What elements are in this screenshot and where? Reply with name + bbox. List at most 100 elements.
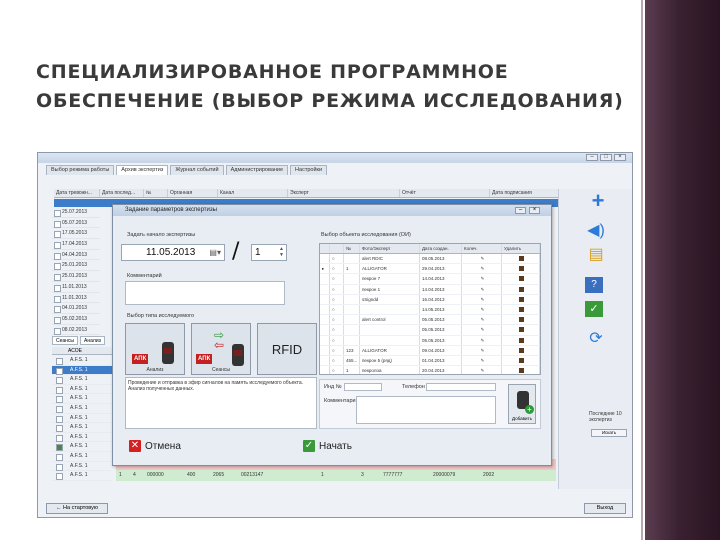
grid-col-header[interactable]: Органная — [168, 189, 218, 197]
select-radio[interactable]: ○ — [330, 355, 344, 366]
list-item[interactable]: 11.01.2013 — [52, 293, 100, 304]
delete-icon[interactable] — [502, 325, 540, 335]
mode-analysis-button[interactable]: АПК Анализ — [125, 323, 185, 375]
table-row[interactable]: A.F.S. 1 — [52, 442, 112, 452]
list-item[interactable]: 17.05.2013 — [52, 228, 100, 240]
edit-icon[interactable]: ✎ — [462, 284, 502, 294]
edit-icon[interactable]: ✎ — [462, 366, 502, 374]
select-radio[interactable]: ○ — [330, 325, 344, 335]
help-icon[interactable]: ? — [585, 277, 603, 293]
delete-icon[interactable] — [502, 294, 540, 304]
table-row[interactable]: A.F.S. 1 — [52, 365, 112, 376]
edit-icon[interactable]: ✎ — [462, 294, 502, 304]
select-radio[interactable]: ○ — [330, 345, 344, 355]
list-item[interactable]: 25.07.2013 — [52, 207, 100, 218]
list-item[interactable]: 04.04.2013 — [52, 250, 100, 261]
grid-col-header[interactable]: Эксперт — [288, 189, 400, 197]
list-item[interactable]: 08.02.2013 — [52, 325, 100, 336]
select-radio[interactable]: ○ — [330, 254, 344, 264]
table-row[interactable]: A.F.S. 1 — [52, 356, 112, 366]
delete-icon[interactable] — [502, 315, 540, 325]
list-item[interactable]: 05.07.2013 — [52, 218, 100, 229]
add-icon[interactable]: + — [587, 190, 609, 212]
audio-icon[interactable]: ◀) — [585, 221, 607, 241]
num-field[interactable] — [344, 383, 382, 391]
delete-icon[interactable] — [502, 345, 540, 355]
edit-icon[interactable]: ✎ — [462, 335, 502, 345]
table-row[interactable]: A.F.S. 1 — [52, 385, 112, 395]
grid-col-header[interactable]: № — [144, 189, 168, 197]
column-header[interactable]: Удалить — [502, 244, 540, 253]
table-row[interactable]: ○ 05.05.2013 ✎ — [320, 325, 540, 336]
dialog-close-button[interactable]: × — [529, 207, 540, 214]
delete-icon[interactable] — [502, 366, 540, 374]
column-header[interactable] — [320, 244, 330, 253]
refresh-icon[interactable]: ⟳ — [585, 329, 607, 349]
accept-icon[interactable]: ✓ — [585, 301, 603, 317]
grid-col-header[interactable]: Канал — [218, 189, 288, 197]
mode-sessions-button[interactable]: ⇨ ⇦ АПК Сеансы — [191, 323, 251, 375]
table-row[interactable]: 1 4 000000 400 2065 00213147 1 3 7777777… — [116, 470, 556, 481]
edit-icon[interactable]: ✎ — [462, 355, 502, 366]
column-header[interactable]: Дата создан. — [420, 244, 462, 253]
delete-icon[interactable] — [502, 254, 540, 264]
grid-col-header[interactable]: Отчёт — [400, 189, 490, 197]
list-item[interactable]: 11.01.2013 — [52, 282, 100, 293]
select-radio[interactable]: ○ — [330, 366, 344, 374]
select-radio[interactable]: ○ — [330, 274, 344, 284]
table-row[interactable]: A.F.S. 1 — [52, 423, 112, 433]
mode-rfid-button[interactable]: RFID — [257, 323, 317, 375]
table-row[interactable]: ○ 05.05.2013 ✎ — [320, 335, 540, 346]
table-row[interactable]: ○ 455... пекрон 5 (ряд) 01.04.2013 ✎ — [320, 355, 540, 367]
table-row[interactable]: A.F.S. 1 — [52, 404, 112, 414]
exit-button[interactable]: Выход — [584, 503, 626, 514]
add-object-button[interactable]: + Добавить — [508, 384, 536, 424]
edit-icon[interactable]: ✎ — [462, 274, 502, 284]
back-to-start-button[interactable]: ← На стартовую — [46, 503, 108, 514]
table-row[interactable]: A.F.S. 1 — [52, 433, 112, 443]
delete-icon[interactable] — [502, 264, 540, 274]
column-header[interactable] — [330, 244, 344, 253]
table-row[interactable]: A.F.S. 1 — [52, 394, 112, 404]
tab-analysis[interactable]: Анализ — [80, 336, 105, 345]
select-radio[interactable]: ○ — [330, 264, 344, 274]
list-item[interactable]: 05.02.2013 — [52, 314, 100, 325]
delete-icon[interactable] — [502, 335, 540, 345]
grid-col-header[interactable]: Дата тревожн... — [54, 189, 100, 197]
table-row[interactable]: A.F.S. 1 — [52, 452, 112, 462]
table-row[interactable]: A.F.S. 1 — [52, 414, 112, 424]
comment-field[interactable] — [125, 281, 285, 305]
tab-settings[interactable]: Настройки — [290, 165, 328, 175]
tab-events[interactable]: Журнал событий — [170, 165, 224, 175]
start-date-picker[interactable]: 11.05.2013 ▤▾ — [121, 244, 225, 261]
select-radio[interactable]: ○ — [330, 315, 344, 325]
cancel-button[interactable]: ✕ Отмена — [129, 439, 201, 455]
delete-icon[interactable] — [502, 274, 540, 284]
select-radio[interactable]: ○ — [330, 304, 344, 315]
list-item[interactable]: 17.04.2013 — [52, 239, 100, 250]
select-radio[interactable]: ○ — [330, 294, 344, 304]
start-button[interactable]: ✓ Начать — [303, 439, 375, 455]
list-item[interactable]: 04.01.2013 — [52, 303, 100, 314]
delete-icon[interactable] — [502, 355, 540, 366]
delete-icon[interactable] — [502, 304, 540, 315]
edit-icon[interactable]: ✎ — [462, 345, 502, 355]
column-header[interactable]: № — [344, 244, 360, 253]
table-row[interactable]: A.F.S. 1 — [52, 375, 112, 385]
dialog-minimize-button[interactable]: – — [515, 207, 526, 214]
calendar-dropdown-icon[interactable]: ▤▾ — [209, 245, 221, 260]
edit-icon[interactable]: ✎ — [462, 315, 502, 325]
phone-field[interactable] — [426, 383, 496, 391]
table-row[interactable]: ○ пекрон 1 14.04.2013 ✎ — [320, 284, 540, 295]
table-row[interactable]: ○ 123 ALLIGATOR 09.04.2013 ✎ — [320, 345, 540, 356]
select-radio[interactable]: ○ — [330, 335, 344, 345]
search-button[interactable]: Искать — [591, 429, 627, 437]
edit-icon[interactable]: ✎ — [462, 264, 502, 274]
list-item[interactable]: 25.01.2013 — [52, 260, 100, 272]
tab-archive[interactable]: Архив экспертиз — [116, 165, 169, 175]
table-row[interactable]: A.F.S. 1 — [52, 471, 112, 481]
tab-sessions[interactable]: Сеансы — [52, 336, 79, 345]
table-row[interactable]: ▸ ○ 1 ALLIGATOR 29.04.2013 ✎ — [320, 264, 540, 275]
documents-icon[interactable]: ▤ — [585, 245, 607, 265]
table-row[interactable]: A.F.S. 1 — [52, 462, 112, 472]
